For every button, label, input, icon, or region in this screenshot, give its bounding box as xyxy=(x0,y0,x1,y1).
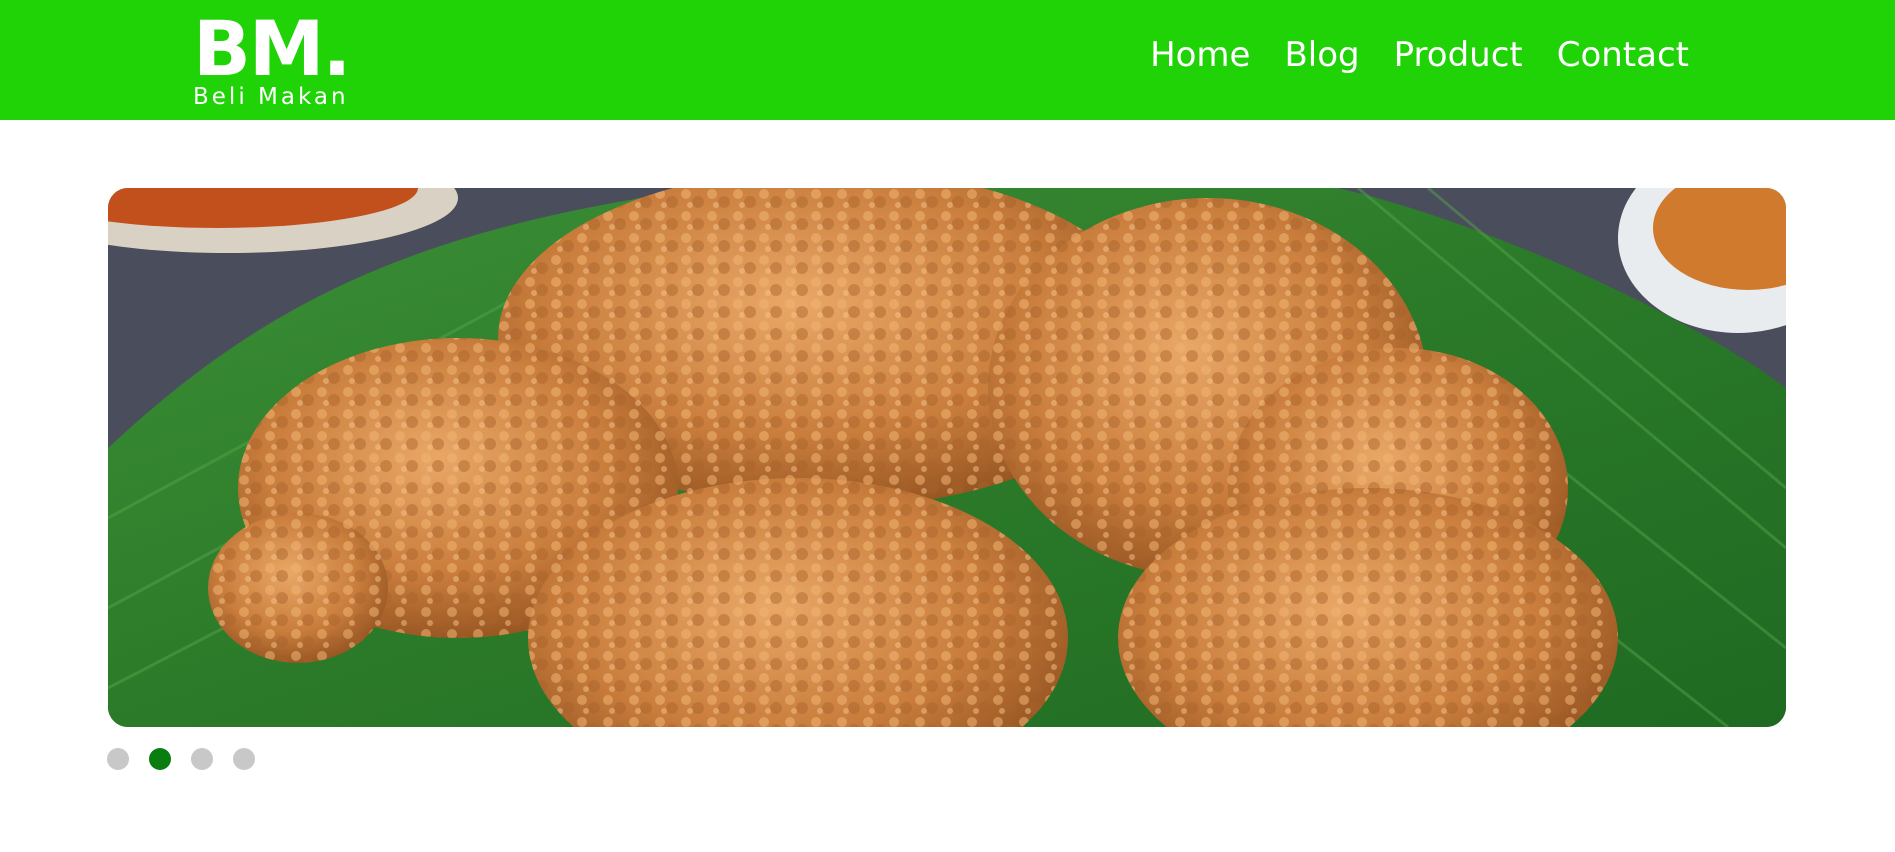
hero-carousel[interactable] xyxy=(108,188,1786,727)
nav-contact[interactable]: Contact xyxy=(1557,34,1689,76)
brand-logo[interactable]: BM. Beli Makan xyxy=(193,4,351,110)
carousel-dot-2[interactable] xyxy=(149,748,171,770)
site-header: BM. Beli Makan Home Blog Product Contact xyxy=(0,0,1895,120)
nav-blog[interactable]: Blog xyxy=(1284,34,1359,76)
carousel-dot-4[interactable] xyxy=(233,748,255,770)
logo-text: BM. xyxy=(193,4,351,93)
nav-product[interactable]: Product xyxy=(1394,34,1523,76)
logo-subtitle: Beli Makan xyxy=(193,84,349,110)
carousel-dot-3[interactable] xyxy=(191,748,213,770)
carousel-indicators xyxy=(107,748,255,770)
nav-home[interactable]: Home xyxy=(1150,34,1250,76)
carousel-slide-image xyxy=(108,188,1786,727)
carousel-dot-1[interactable] xyxy=(107,748,129,770)
main-nav: Home Blog Product Contact xyxy=(1150,34,1689,76)
